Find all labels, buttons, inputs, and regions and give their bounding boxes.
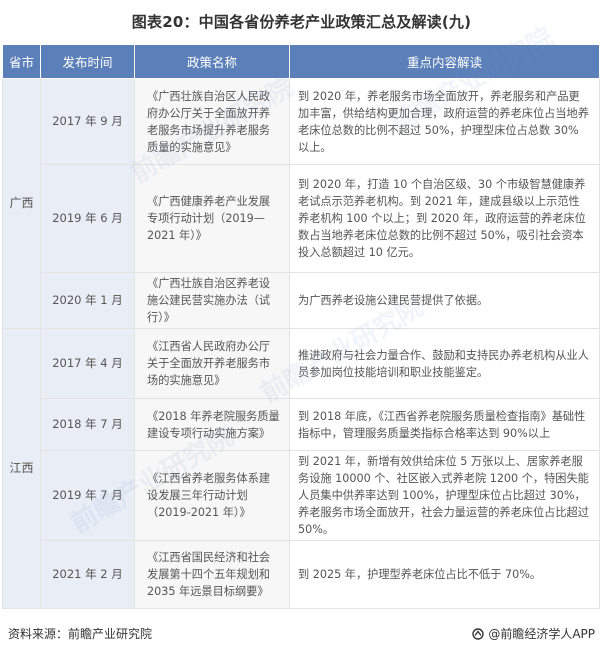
qianzhan-logo-icon xyxy=(472,627,485,640)
brand-note: @前瞻经济学人APP xyxy=(472,625,595,642)
interpretation-cell: 到 2020 年，打造 10 个自治区级、30 个市级智慧健康养老试点示范养老机… xyxy=(289,164,600,273)
date-cell: 2018 年 7 月 xyxy=(40,398,135,451)
source-note: 资料来源：前瞻产业研究院 xyxy=(8,627,153,641)
date-cell: 2017 年 4 月 xyxy=(40,328,135,399)
header-policy: 政策名称 xyxy=(134,44,290,79)
date-cell: 2020 年 1 月 xyxy=(40,272,135,329)
interpretation-cell: 为广西养老设施公建民营提供了依据。 xyxy=(289,272,600,329)
page-title: 图表20：中国各省份养老产业政策汇总及解读(九) xyxy=(131,13,472,31)
table-row: 广西 2017 年 9 月 《广西壮族自治区人民政府办公厅关于全面放开养老服务市… xyxy=(2,78,600,329)
table-row: 2020 年 1 月 《广西壮族自治区养老设施公建民营实施办法（试行）》 为广西… xyxy=(3,272,600,329)
interpretation-cell: 到 2021 年，新增有效供给床位 5 万张以上、居家养老服务设施 10000 … xyxy=(289,450,600,541)
policy-name-cell: 《2018 年养老院服务质量建设专项行动实施方案》 xyxy=(134,398,290,451)
interpretation-cell: 到 2020 年，养老服务市场全面放开，养老服务和产品更加丰富，供给结构更加合理… xyxy=(289,78,600,165)
table-row: 江西 2017 年 4 月 《江西省人民政府办公厅关于全面放开养老服务市场的实施… xyxy=(2,328,600,609)
policy-name-cell: 《江西省国民经济和社会发展第十四个五年规划和 2035 年远景目标纲要》 xyxy=(134,540,290,609)
date-cell: 2017 年 9 月 xyxy=(40,78,135,165)
date-cell: 2019 年 7 月 xyxy=(40,450,135,541)
policy-name-cell: 《广西健康养老产业发展专项行动计划（2019—2021 年）》 xyxy=(134,164,290,273)
header-date: 发布时间 xyxy=(40,44,135,79)
table-row: 2021 年 2 月 《江西省国民经济和社会发展第十四个五年规划和 2035 年… xyxy=(3,540,600,609)
header-province: 省市 xyxy=(2,44,41,79)
policy-table: 省市 发布时间 政策名称 重点内容解读 广西 2017 年 9 月 《广西壮族自… xyxy=(2,44,600,609)
table-row: 2019 年 6 月 《广西健康养老产业发展专项行动计划（2019—2021 年… xyxy=(3,164,600,273)
policy-name-cell: 《广西壮族自治区人民政府办公厅关于全面放开养老服务市场提升养老服务质量的实施意见… xyxy=(134,78,290,165)
interpretation-cell: 到 2018 年底，《江西省养老院服务质量检查指南》基础性指标中，管理服务质量类… xyxy=(289,398,600,451)
brand-text: @前瞻经济学人APP xyxy=(488,627,595,641)
date-cell: 2021 年 2 月 xyxy=(40,540,135,609)
table-header-row: 省市 发布时间 政策名称 重点内容解读 xyxy=(2,44,600,79)
policy-name-cell: 《广西壮族自治区养老设施公建民营实施办法（试行）》 xyxy=(134,272,290,329)
policy-name-cell: 《江西省养老服务体系建设发展三年行动计划（2019-2021 年）》 xyxy=(134,450,290,541)
province-cell: 广西 xyxy=(2,78,41,329)
province-cell: 江西 xyxy=(2,328,41,609)
header-interpretation: 重点内容解读 xyxy=(289,44,600,79)
date-cell: 2019 年 6 月 xyxy=(40,164,135,273)
interpretation-cell: 到 2025 年，护理型养老床位占比不低于 70%。 xyxy=(289,540,600,609)
policy-name-cell: 《江西省人民政府办公厅关于全面放开养老服务市场的实施意见》 xyxy=(134,328,290,399)
table-row: 2018 年 7 月 《2018 年养老院服务质量建设专项行动实施方案》 到 2… xyxy=(3,398,600,451)
interpretation-cell: 推进政府与社会力量合作、鼓励和支持民办养老机构从业人员参加岗位技能培训和职业技能… xyxy=(289,328,600,399)
table-row: 2019 年 7 月 《江西省养老服务体系建设发展三年行动计划（2019-202… xyxy=(3,450,600,541)
